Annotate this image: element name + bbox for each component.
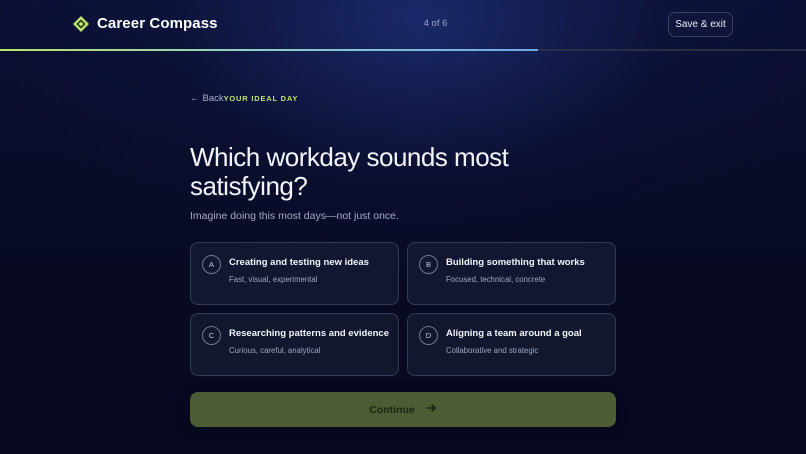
option-title: Researching patterns and evidence bbox=[229, 328, 389, 339]
arrow-left-icon: ← bbox=[190, 93, 200, 104]
continue-label: Continue bbox=[369, 403, 415, 416]
option-letter-badge: B bbox=[419, 255, 438, 274]
option-card-b[interactable]: B Building something that works Focused,… bbox=[407, 242, 616, 305]
back-row: ← Back YOUR IDEAL DAY bbox=[190, 93, 298, 104]
option-description: Focused, technical, concrete bbox=[446, 275, 546, 284]
arrow-right-icon bbox=[426, 403, 437, 416]
option-letter-badge: A bbox=[202, 255, 221, 274]
brand[interactable]: Career Compass bbox=[73, 15, 218, 32]
option-description: Collaborative and strategic bbox=[446, 346, 539, 355]
save-exit-button[interactable]: Save & exit bbox=[668, 12, 733, 37]
option-title: Aligning a team around a goal bbox=[446, 328, 582, 339]
top-bar: Career Compass 4 of 6 Save & exit bbox=[0, 0, 806, 50]
progress-bar bbox=[0, 49, 806, 51]
question-title: Which workday sounds most satisfying? bbox=[190, 142, 509, 201]
back-label: Back bbox=[202, 93, 224, 104]
option-title: Building something that works bbox=[446, 257, 585, 268]
diamond-logo-icon bbox=[73, 15, 89, 32]
option-letter-badge: C bbox=[202, 326, 221, 345]
option-description: Curious, careful, analytical bbox=[229, 346, 321, 355]
brand-name: Career Compass bbox=[97, 15, 218, 32]
option-description: Fast, visual, experimental bbox=[229, 275, 318, 284]
option-title: Creating and testing new ideas bbox=[229, 257, 369, 268]
option-letter-badge: D bbox=[419, 326, 438, 345]
question-subtitle: Imagine doing this most days—not just on… bbox=[190, 210, 399, 222]
section-eyebrow: YOUR IDEAL DAY bbox=[223, 94, 299, 103]
back-link[interactable]: ← Back bbox=[190, 93, 224, 104]
option-card-c[interactable]: C Researching patterns and evidence Curi… bbox=[190, 313, 399, 376]
option-card-a[interactable]: A Creating and testing new ideas Fast, v… bbox=[190, 242, 399, 305]
continue-button[interactable]: Continue bbox=[190, 392, 616, 427]
progress-fill bbox=[0, 49, 538, 51]
option-card-d[interactable]: D Aligning a team around a goal Collabor… bbox=[407, 313, 616, 376]
step-indicator: 4 of 6 bbox=[423, 18, 448, 29]
